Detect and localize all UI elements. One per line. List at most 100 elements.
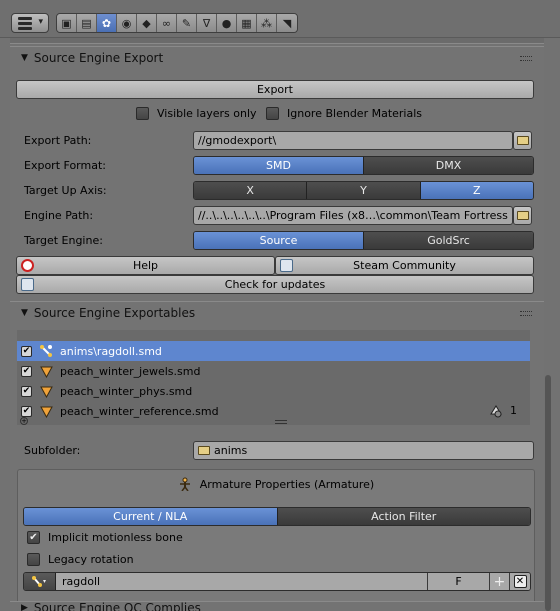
data-context-icon[interactable]: ∇ — [197, 14, 217, 32]
chevron-down-icon: ▾ — [38, 17, 43, 27]
export-format-selector: SMD DMX — [193, 156, 534, 175]
panel-drag-grip-icon[interactable] — [520, 56, 532, 61]
target-up-axis-label: Target Up Axis: — [24, 184, 107, 197]
list-item-checkbox[interactable]: ✔ — [21, 365, 32, 377]
shape-keys-icon — [489, 404, 503, 418]
scrollbar-thumb[interactable] — [545, 375, 551, 611]
visible-layers-only-label: Visible layers only — [157, 107, 257, 120]
constraints-context-icon[interactable]: ∞ — [157, 14, 177, 32]
qc-panel-header[interactable]: ▶ Source Engine QC Complies — [10, 601, 544, 611]
export-path-field[interactable]: //gmodexport\ — [193, 131, 513, 150]
world-context-icon[interactable]: ◉ — [117, 14, 137, 32]
legacy-rotation-label: Legacy rotation — [48, 553, 134, 566]
armature-properties-header: Armature Properties (Armature) — [18, 477, 534, 492]
list-item-checkbox[interactable]: ✔ — [21, 345, 32, 357]
engine-source-option[interactable]: Source — [194, 232, 364, 249]
properties-scroll-area: ▼ Source Engine Export Export Visible la… — [10, 38, 544, 611]
scene-context-icon[interactable]: ✿ — [97, 14, 117, 32]
folder-icon — [516, 211, 529, 220]
action-browse-button[interactable] — [24, 573, 56, 590]
action-selector: ragdoll F + ✕ — [23, 572, 531, 591]
check-for-updates-button[interactable]: Check for updates — [16, 275, 534, 294]
unlink-action-button[interactable]: ✕ — [510, 573, 530, 590]
visible-layers-only-checkbox[interactable]: Visible layers only — [136, 107, 257, 120]
physics-context-icon[interactable]: ◥ — [277, 14, 297, 32]
properties-header: ▾ ▣ ▤ ✿ ◉ ◆ ∞ ✎ ∇ ● ▦ ⁂ ◥ — [0, 0, 560, 38]
tab-current-nla[interactable]: Current / NLA — [24, 508, 278, 525]
list-item-checkbox[interactable]: ✔ — [21, 405, 32, 417]
particles-context-icon[interactable]: ⁂ — [257, 14, 277, 32]
export-panel-header[interactable]: ▼ Source Engine Export — [10, 47, 544, 69]
engine-path-field[interactable]: //..\..\..\..\..\..\Program Files (x8…\c… — [193, 206, 513, 225]
engine-goldsrc-option[interactable]: GoldSrc — [364, 232, 533, 249]
format-smd-option[interactable]: SMD — [194, 157, 364, 174]
help-lifebuoy-icon — [21, 259, 34, 272]
help-button[interactable]: Help — [16, 256, 275, 275]
list-options-icon[interactable]: + — [20, 417, 28, 425]
list-item[interactable]: ✔ peach_winter_jewels.smd — [17, 361, 530, 381]
subfolder-field[interactable]: anims — [193, 441, 534, 460]
ignore-blender-materials-checkbox[interactable]: Ignore Blender Materials — [266, 107, 422, 120]
target-engine-selector: Source GoldSrc — [193, 231, 534, 250]
exportables-list: ✔ anims\ragdoll.smd ✔ peach_winter_jewel… — [17, 330, 530, 425]
armature-icon — [38, 343, 54, 359]
tab-action-filter[interactable]: Action Filter — [277, 508, 530, 525]
implicit-motionless-bone-checkbox[interactable]: ✔ Implicit motionless bone — [27, 531, 183, 544]
action-name-field[interactable]: ragdoll — [56, 573, 428, 590]
source-engine-qc-complies-panel: ▶ Source Engine QC Complies — [10, 601, 544, 611]
qc-panel-title: Source Engine QC Complies — [33, 601, 201, 611]
ignore-blender-materials-label: Ignore Blender Materials — [287, 107, 423, 120]
list-item-label: peach_winter_reference.smd — [60, 404, 219, 418]
axis-z-option[interactable]: Z — [420, 182, 533, 199]
checkbox-box — [136, 107, 149, 120]
list-item[interactable]: ✔ peach_winter_reference.smd 1 — [17, 401, 530, 421]
object-context-icon[interactable]: ◆ — [137, 14, 157, 32]
mesh-icon — [38, 403, 54, 419]
texture-context-icon[interactable]: ▦ — [237, 14, 257, 32]
render-layers-context-icon[interactable]: ▤ — [77, 14, 97, 32]
context-tabs: ▣ ▤ ✿ ◉ ◆ ∞ ✎ ∇ ● ▦ ⁂ ◥ — [56, 13, 298, 33]
export-panel-title: Source Engine Export — [33, 51, 164, 65]
shape-keys-count: 1 — [510, 404, 517, 417]
axis-y-option[interactable]: Y — [307, 182, 421, 199]
editor-type-menu[interactable]: ▾ — [11, 13, 49, 33]
steam-community-button[interactable]: Steam Community — [275, 256, 534, 275]
folder-icon — [516, 136, 529, 145]
web-icon — [280, 259, 293, 272]
export-format-label: Export Format: — [24, 159, 106, 172]
export-path-browse-button[interactable] — [513, 131, 532, 150]
armature-figure-icon — [178, 477, 192, 492]
material-context-icon[interactable]: ● — [217, 14, 237, 32]
exportables-panel-header[interactable]: ▼ Source Engine Exportables — [10, 302, 544, 324]
list-item[interactable]: ✔ peach_winter_phys.smd — [17, 381, 530, 401]
list-item-label: peach_winter_phys.smd — [60, 384, 193, 398]
axis-x-option[interactable]: X — [194, 182, 308, 199]
render-context-icon[interactable]: ▣ — [57, 14, 77, 32]
engine-path-browse-button[interactable] — [513, 206, 532, 225]
target-engine-label: Target Engine: — [24, 234, 103, 247]
armature-properties-box: Armature Properties (Armature) Current /… — [17, 469, 535, 611]
panel-drag-grip-icon[interactable] — [520, 311, 532, 316]
action-icon — [31, 575, 46, 587]
collapse-triangle-icon: ▼ — [21, 308, 28, 318]
format-dmx-option[interactable]: DMX — [364, 157, 533, 174]
new-action-plus-icon[interactable]: + — [490, 573, 510, 590]
collapse-triangle-icon: ▼ — [21, 53, 28, 63]
source-engine-exportables-panel: ▼ Source Engine Exportables ✔ anims\ragd… — [10, 301, 544, 611]
armature-properties-title: Armature Properties (Armature) — [199, 477, 375, 491]
modifiers-context-icon[interactable]: ✎ — [177, 14, 197, 32]
checkbox-box — [266, 107, 279, 120]
list-resize-grip-icon[interactable] — [275, 420, 287, 424]
mesh-icon — [38, 383, 54, 399]
exportables-panel-title: Source Engine Exportables — [33, 306, 196, 320]
export-button[interactable]: Export — [16, 80, 534, 99]
check-for-updates-label: Check for updates — [224, 278, 326, 291]
fake-user-button[interactable]: F — [428, 573, 490, 590]
legacy-rotation-checkbox[interactable]: Legacy rotation — [27, 553, 134, 566]
list-item-checkbox[interactable]: ✔ — [21, 385, 32, 397]
steam-community-label: Steam Community — [353, 259, 456, 272]
list-item[interactable]: ✔ anims\ragdoll.smd — [17, 341, 530, 361]
export-path-label: Export Path: — [24, 134, 92, 147]
list-item-label: peach_winter_jewels.smd — [60, 364, 201, 378]
source-engine-export-panel: ▼ Source Engine Export Export Visible la… — [10, 46, 544, 301]
